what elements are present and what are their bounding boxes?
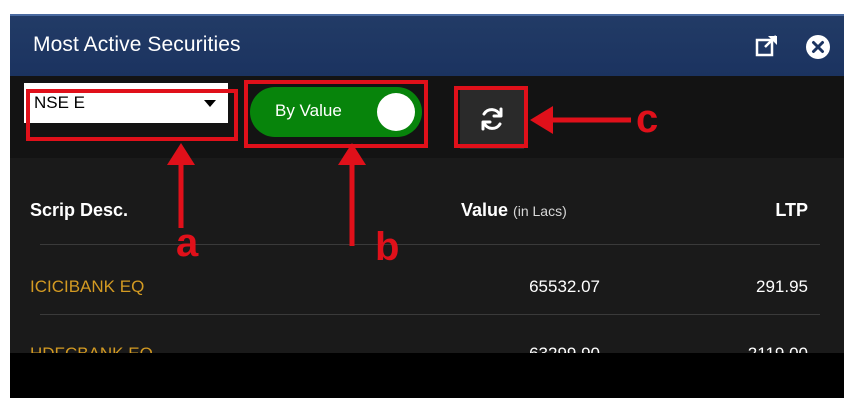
- column-header-value: Value (in Lacs): [461, 200, 567, 221]
- column-header-ltp: LTP: [775, 200, 808, 220]
- value-cell: 65532.07: [529, 277, 600, 296]
- window-titlebar: Most Active Securities: [10, 14, 844, 76]
- column-header-value-unit: (in Lacs): [513, 203, 567, 219]
- column-header-value-label: Value: [461, 200, 509, 220]
- external-link-icon[interactable]: [755, 34, 779, 58]
- annotation-box-c: [454, 86, 528, 148]
- annotation-box-a: [26, 89, 238, 141]
- row-divider: [40, 314, 820, 315]
- annotation-label-c: c: [636, 97, 659, 141]
- column-header-scrip: Scrip Desc.: [30, 200, 129, 220]
- annotation-label-b: b: [375, 225, 400, 269]
- window-title: Most Active Securities: [33, 33, 241, 56]
- scrip-name[interactable]: ICICIBANK EQ: [30, 277, 144, 297]
- ltp-cell: 291.95: [756, 277, 808, 296]
- close-icon[interactable]: [805, 34, 831, 60]
- annotation-box-b: [244, 80, 428, 148]
- securities-table: Scrip Desc. Value (in Lacs) LTP ICICIBAN…: [10, 158, 844, 363]
- row-divider: [40, 244, 820, 245]
- most-active-securities-window: Most Active Securities Scrip Desc. Value…: [10, 14, 844, 398]
- annotation-label-a: a: [176, 221, 199, 265]
- table-footer: [10, 353, 844, 398]
